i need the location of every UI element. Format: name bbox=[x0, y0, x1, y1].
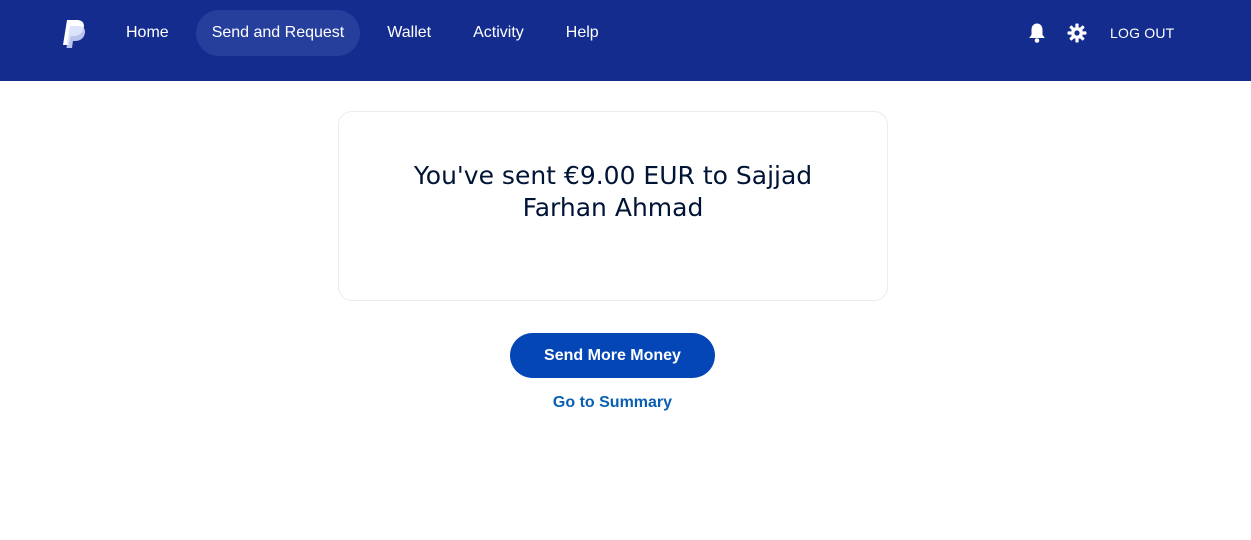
paypal-logo-icon[interactable] bbox=[60, 18, 88, 50]
header-tools: LOG OUT bbox=[1026, 20, 1174, 46]
nav-home[interactable]: Home bbox=[111, 10, 184, 56]
top-navigation-bar: Home Send and Request Wallet Activity He… bbox=[0, 0, 1251, 81]
nav-send-and-request[interactable]: Send and Request bbox=[195, 10, 361, 56]
main-nav: Home Send and Request Wallet Activity He… bbox=[111, 10, 626, 56]
confirmation-card: You've sent €9.00 EUR to Sajjad Farhan A… bbox=[338, 111, 888, 301]
nav-help[interactable]: Help bbox=[551, 10, 614, 56]
bell-icon[interactable] bbox=[1026, 22, 1048, 44]
gear-icon[interactable] bbox=[1066, 22, 1088, 44]
nav-wallet[interactable]: Wallet bbox=[372, 10, 446, 56]
send-more-money-button[interactable]: Send More Money bbox=[510, 333, 715, 378]
nav-activity[interactable]: Activity bbox=[458, 10, 539, 56]
logout-link[interactable]: LOG OUT bbox=[1110, 25, 1174, 41]
confirmation-message: You've sent €9.00 EUR to Sajjad Farhan A… bbox=[413, 161, 813, 222]
go-to-summary-link[interactable]: Go to Summary bbox=[510, 394, 715, 412]
